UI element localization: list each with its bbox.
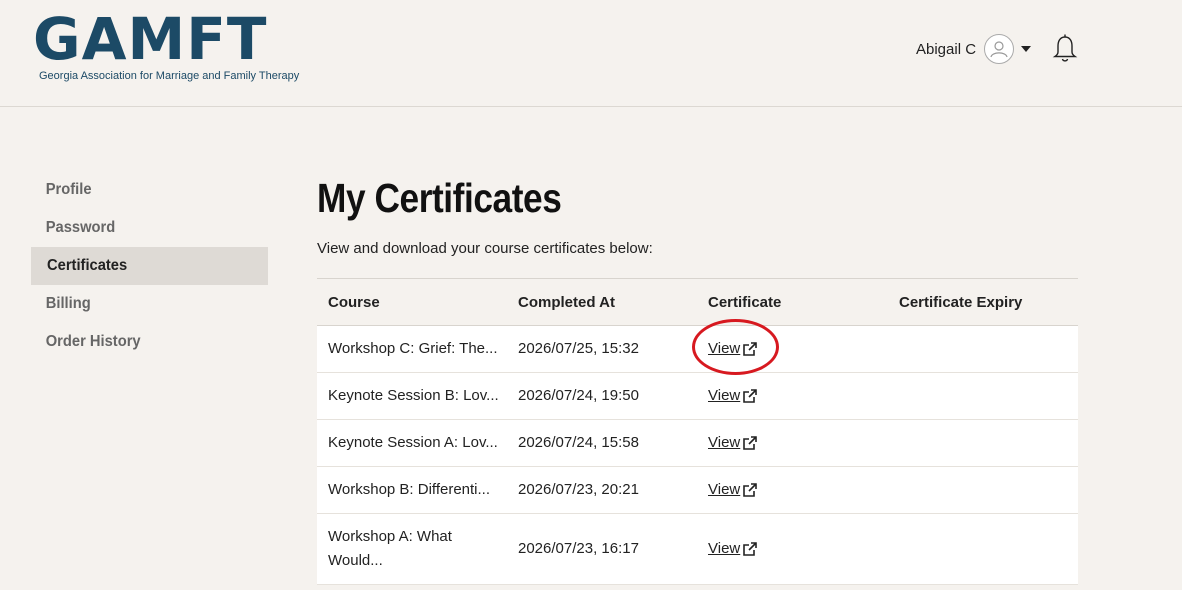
page-subtitle: View and download your course certificat… — [317, 240, 653, 257]
certificate-cell: View — [697, 513, 888, 585]
table-header-row: Course Completed At Certificate Certific… — [317, 278, 1078, 326]
main-content: My Certificates View and download your c… — [317, 172, 1078, 585]
certificates-table: Course Completed At Certificate Certific… — [317, 278, 1078, 585]
logo-subtitle: Georgia Association for Marriage and Fam… — [39, 70, 300, 82]
course-cell: Keynote Session A: Lov... — [317, 419, 507, 467]
certificate-cell: View — [697, 325, 888, 373]
completed-at-cell: 2026/07/25, 15:32 — [507, 325, 697, 373]
external-link-icon — [743, 483, 758, 497]
table-row: Workshop B: Differenti... 2026/07/23, 20… — [317, 466, 1078, 514]
table-row: Workshop C: Grief: The... 2026/07/25, 15… — [317, 325, 1078, 373]
view-link-label: View — [708, 340, 741, 357]
course-cell: Workshop C: Grief: The... — [317, 325, 507, 373]
view-link-label: View — [708, 434, 741, 451]
expiry-cell — [888, 513, 1078, 585]
sidebar-item-order-history[interactable]: Order History — [31, 323, 249, 361]
user-menu[interactable]: Abigail C — [916, 33, 1032, 65]
external-link-icon — [743, 342, 758, 356]
column-header-completed-at: Completed At — [507, 278, 697, 326]
view-certificate-link[interactable]: View — [708, 431, 758, 455]
view-certificate-link[interactable]: View — [708, 478, 758, 502]
course-cell: Workshop B: Differenti... — [317, 466, 507, 514]
account-sidebar: Profile Password Certificates Billing Or… — [31, 171, 268, 361]
completed-at-cell: 2026/07/23, 20:21 — [507, 466, 697, 514]
course-cell: Keynote Session B: Lov... — [317, 372, 507, 420]
table-row: Keynote Session A: Lov... 2026/07/24, 15… — [317, 419, 1078, 467]
avatar-icon — [984, 34, 1015, 64]
gamft-logo[interactable]: GAMFT Georgia Association for Marriage a… — [33, 8, 299, 82]
view-link-label: View — [708, 387, 741, 404]
chevron-down-icon[interactable] — [1021, 46, 1032, 52]
view-link-label: View — [708, 540, 741, 557]
expiry-cell — [888, 419, 1078, 467]
site-header: GAMFT Georgia Association for Marriage a… — [0, 0, 1182, 107]
sidebar-item-profile[interactable]: Profile — [31, 171, 249, 209]
view-certificate-link[interactable]: View — [708, 337, 758, 361]
sidebar-item-password[interactable]: Password — [31, 209, 249, 247]
view-link-label: View — [708, 481, 741, 498]
certificate-cell: View — [697, 466, 888, 514]
external-link-icon — [743, 389, 758, 403]
certificate-cell: View — [697, 372, 888, 420]
view-certificate-link[interactable]: View — [708, 537, 758, 561]
bell-icon[interactable] — [1052, 34, 1078, 69]
user-name: Abigail C — [916, 40, 977, 58]
expiry-cell — [888, 372, 1078, 420]
view-certificate-link[interactable]: View — [708, 384, 758, 408]
completed-at-cell: 2026/07/24, 19:50 — [507, 372, 697, 420]
column-header-certificate-expiry: Certificate Expiry — [888, 278, 1078, 326]
sidebar-item-billing[interactable]: Billing — [31, 285, 249, 323]
expiry-cell — [888, 466, 1078, 514]
sidebar-item-label: Certificates — [47, 257, 128, 274]
completed-at-cell: 2026/07/24, 15:58 — [507, 419, 697, 467]
table-row: Keynote Session B: Lov... 2026/07/24, 19… — [317, 372, 1078, 420]
external-link-icon — [743, 436, 758, 450]
logo-text: GAMFT — [33, 5, 268, 73]
external-link-icon — [743, 542, 758, 556]
certificate-cell: View — [697, 419, 888, 467]
completed-at-cell: 2026/07/23, 16:17 — [507, 513, 697, 585]
expiry-cell — [888, 325, 1078, 373]
table-row: Workshop A: What Would... 2026/07/23, 16… — [317, 513, 1078, 585]
column-header-certificate: Certificate — [697, 278, 888, 326]
course-cell: Workshop A: What Would... — [317, 513, 507, 585]
column-header-course: Course — [317, 278, 507, 326]
sidebar-item-certificates[interactable]: Certificates — [31, 247, 268, 285]
page-title: My Certificates — [317, 175, 562, 221]
